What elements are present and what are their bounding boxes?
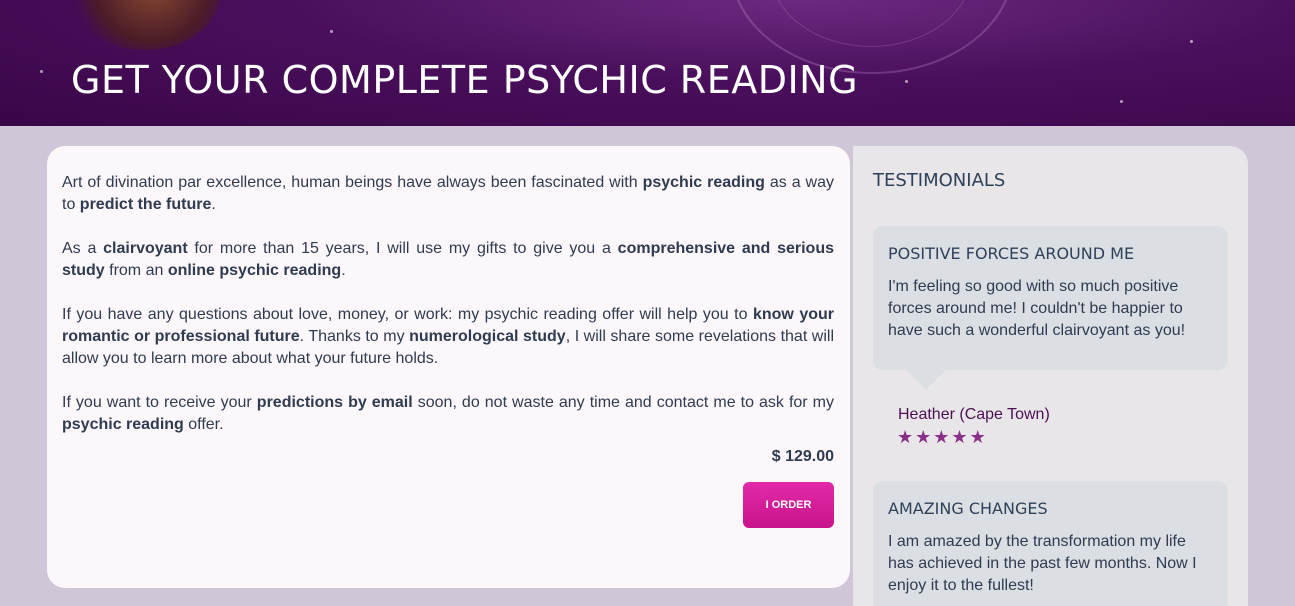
testimonial-title: POSITIVE FORCES AROUND ME [888, 244, 1135, 263]
highlight-text: clairvoyant [103, 240, 188, 257]
offer-paragraph: If you want to receive your predictions … [62, 392, 834, 436]
psychic-portrait-image [70, 0, 220, 50]
body-text: . Thanks to my [299, 328, 410, 345]
body-text: As a [62, 240, 104, 257]
body-text: offer. [183, 416, 224, 433]
star-icon: ★ [969, 427, 988, 448]
body-text: soon, do not waste any time and contact … [412, 394, 834, 411]
offer-paragraph: If you have any questions about love, mo… [62, 304, 834, 370]
body-text: Art of divination par excellence, human … [62, 174, 643, 191]
testimonial-author: Heather (Cape Town) [898, 406, 1050, 423]
testimonial-text: I'm feeling so good with so much positiv… [888, 278, 1186, 339]
offer-price: $ 129.00 [771, 448, 834, 465]
star-decoration [905, 80, 908, 83]
star-icon: ★ [933, 427, 952, 448]
star-decoration [1190, 40, 1193, 43]
offer-paragraph: As a clairvoyant for more than 15 years,… [62, 238, 834, 282]
body-text: from an [104, 262, 168, 279]
star-decoration [1120, 100, 1123, 103]
offer-paragraph: Art of divination par excellence, human … [62, 172, 834, 216]
rating-stars: ★★★★★ [897, 427, 988, 448]
body-text: If you have any questions about love, mo… [62, 306, 753, 323]
body-text: If you want to receive your [62, 394, 257, 411]
star-decoration [40, 70, 43, 73]
hero-banner: GET YOUR COMPLETE PSYCHIC READING [0, 0, 1295, 126]
body-text: . [341, 262, 346, 279]
bubble-tail [906, 370, 946, 390]
star-decoration [330, 30, 333, 33]
testimonial-text: I am amazed by the transformation my lif… [888, 533, 1197, 594]
body-text: . [211, 196, 216, 213]
highlight-text: predictions by email [256, 394, 413, 411]
testimonial-bubble: AMAZING CHANGES I am amazed by the trans… [873, 481, 1228, 606]
star-icon: ★ [951, 427, 970, 448]
star-icon: ★ [915, 427, 934, 448]
highlight-text: predict the future [79, 196, 212, 213]
highlight-text: online psychic reading [167, 262, 342, 279]
offer-description: Art of divination par excellence, human … [62, 172, 834, 458]
offer-card: Art of divination par excellence, human … [47, 146, 850, 588]
page-title: GET YOUR COMPLETE PSYCHIC READING [71, 58, 859, 102]
highlight-text: psychic reading [62, 416, 184, 433]
testimonial-bubble: POSITIVE FORCES AROUND ME I'm feeling so… [873, 226, 1228, 390]
testimonial-title: AMAZING CHANGES [888, 499, 1048, 518]
star-icon: ★ [897, 427, 916, 448]
testimonials-heading: TESTIMONIALS [873, 170, 1006, 191]
testimonials-panel: TESTIMONIALS POSITIVE FORCES AROUND ME I… [853, 146, 1248, 606]
order-button[interactable]: I ORDER [743, 482, 834, 528]
highlight-text: psychic reading [642, 174, 765, 191]
body-text: for more than 15 years, I will use my gi… [187, 240, 618, 257]
highlight-text: numerological study [409, 328, 566, 345]
